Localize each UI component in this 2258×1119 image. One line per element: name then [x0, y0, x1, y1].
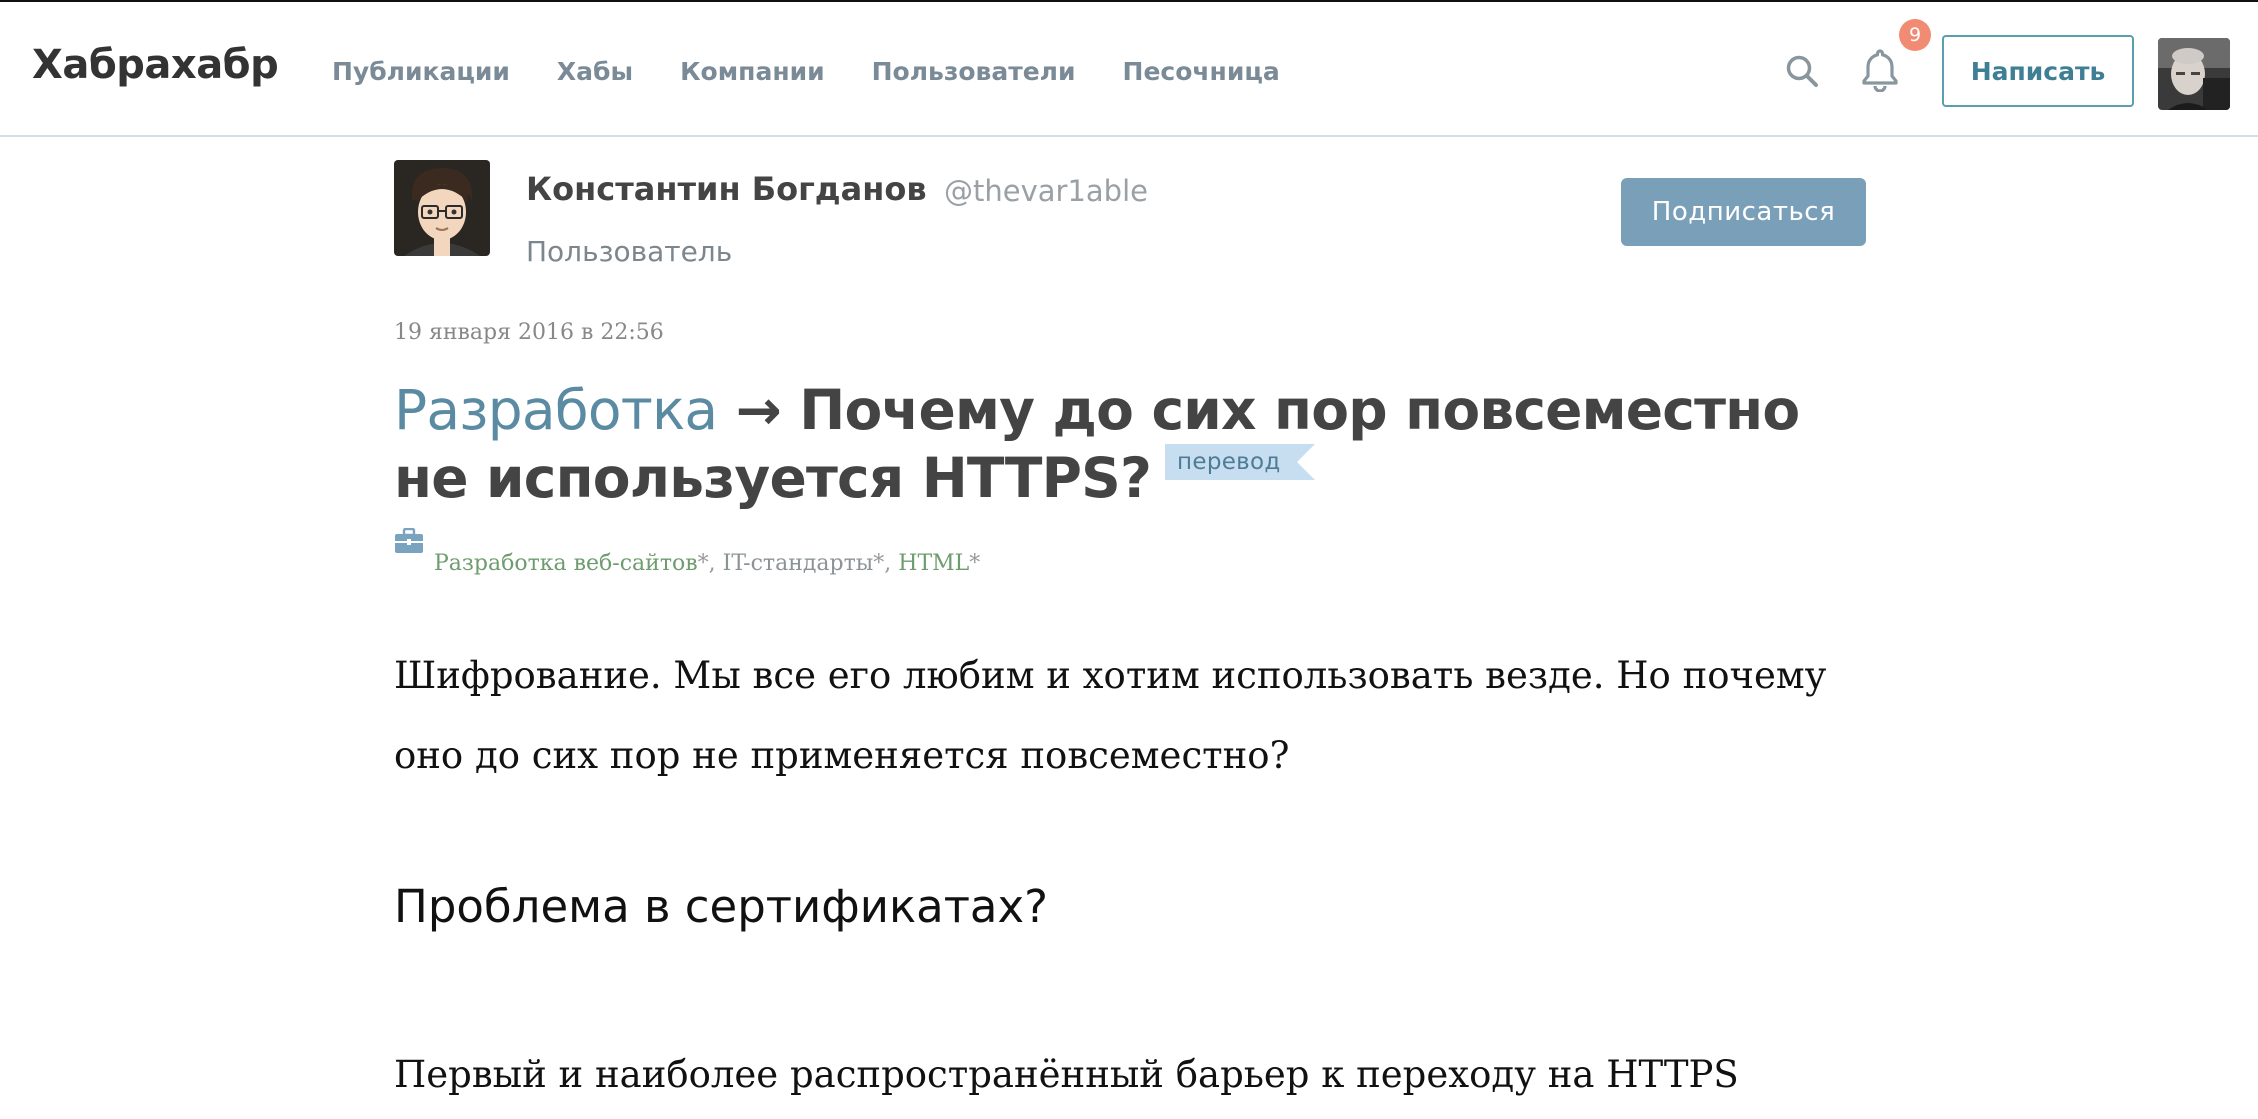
post-date: 19 января 2016 в 22:56	[394, 320, 664, 345]
article-heading: Проблема в сертификатах?	[394, 880, 1049, 933]
hub-link-web-dev[interactable]: Разработка веб-сайтов	[434, 551, 698, 576]
post-title: Разработка → Почему до сих пор повсемест…	[394, 376, 1844, 512]
nav-item-publications[interactable]: Публикации	[332, 57, 510, 86]
hub-profiled-mark: *	[697, 551, 709, 576]
subscribe-button[interactable]: Подписаться	[1621, 178, 1866, 246]
nav-item-users[interactable]: Пользователи	[872, 57, 1076, 86]
main-nav: Публикации Хабы Компании Пользователи Пе…	[332, 57, 1327, 86]
author-role: Пользователь	[526, 235, 733, 268]
hub-link-it-standards[interactable]: IT-стандарты	[723, 551, 874, 576]
author-avatar[interactable]	[394, 160, 490, 256]
article-paragraph: Первый и наиболее распространённый барье…	[394, 1053, 1739, 1096]
write-button[interactable]: Написать	[1942, 35, 2134, 107]
title-hub-link[interactable]: Разработка	[394, 378, 718, 442]
hub-link-html[interactable]: HTML	[898, 551, 969, 576]
bell-icon[interactable]	[1860, 48, 1900, 92]
notification-badge[interactable]: 9	[1899, 19, 1931, 51]
hub-profiled-mark: *	[873, 551, 885, 576]
author-name[interactable]: Константин Богданов	[526, 170, 927, 208]
nav-item-hubs[interactable]: Хабы	[557, 57, 633, 86]
translation-label: перевод	[1165, 444, 1315, 480]
author-handle[interactable]: @thevar1able	[944, 174, 1148, 208]
site-header: Хабрахабр Публикации Хабы Компании Польз…	[0, 2, 2258, 137]
hub-separator: ,	[884, 551, 899, 576]
briefcase-icon	[395, 528, 423, 553]
user-avatar[interactable]	[2158, 38, 2230, 110]
site-logo[interactable]: Хабрахабр	[32, 42, 279, 88]
hub-profiled-mark: *	[969, 551, 981, 576]
hubs-list: Разработка веб-сайтов*, IT-стандарты*, H…	[434, 551, 980, 576]
hub-separator: ,	[708, 551, 723, 576]
search-icon[interactable]	[1785, 54, 1819, 88]
title-arrow: →	[735, 378, 782, 442]
article-paragraph: Шифрование. Мы все его любим и хотим исп…	[394, 654, 1827, 777]
nav-item-sandbox[interactable]: Песочница	[1123, 57, 1280, 86]
nav-item-companies[interactable]: Компании	[680, 57, 825, 86]
